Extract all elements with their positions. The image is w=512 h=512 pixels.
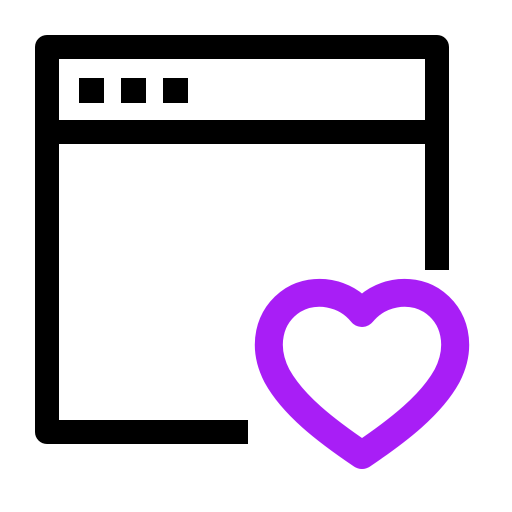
browser-window-heart-icon [35,35,470,469]
browser-window-icon [35,35,449,444]
window-frame [35,35,449,444]
window-control-dot-3 [163,78,188,103]
window-control-dot-2 [121,78,146,103]
heart-icon [254,278,470,469]
window-control-dot-1 [79,78,104,103]
icon-canvas [0,0,512,512]
